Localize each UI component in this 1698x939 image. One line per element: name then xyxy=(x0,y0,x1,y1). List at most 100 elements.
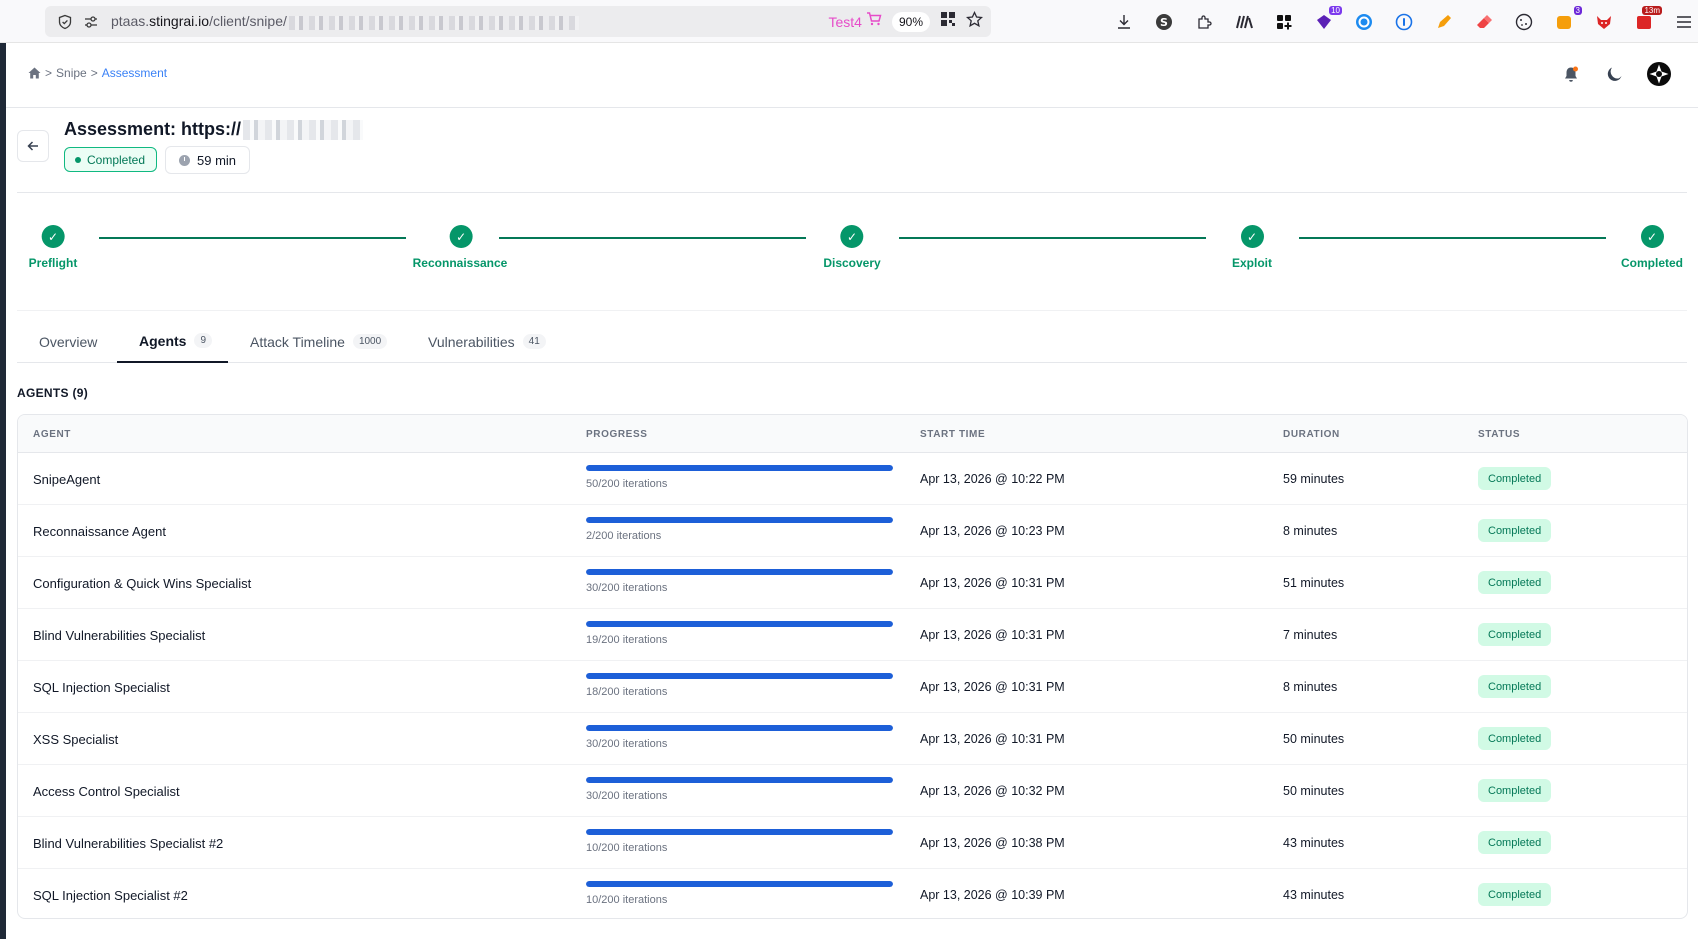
start-time: Apr 13, 2026 @ 10:22 PM xyxy=(920,472,1065,486)
breadcrumb: > Snipe > Assessment xyxy=(28,66,167,80)
container-profile-label[interactable]: Test4 xyxy=(829,14,862,30)
user-avatar[interactable] xyxy=(1646,61,1672,87)
tab-overview[interactable]: Overview xyxy=(17,320,119,363)
extension-s-icon[interactable]: S xyxy=(1150,8,1178,36)
duration: 7 minutes xyxy=(1283,628,1338,642)
home-icon[interactable] xyxy=(28,67,41,79)
tab-vulnerabilities[interactable]: Vulnerabilities 41 xyxy=(406,320,568,363)
shield-icon[interactable] xyxy=(55,12,75,32)
step-exploit: ✓ Exploit xyxy=(1232,225,1272,270)
breadcrumb-current[interactable]: Assessment xyxy=(102,66,167,80)
check-icon: ✓ xyxy=(449,225,473,248)
extension-purple-icon[interactable]: 10 xyxy=(1310,6,1342,36)
notification-bell-icon[interactable] xyxy=(1558,61,1584,87)
agent-name: XSS Specialist xyxy=(33,732,119,747)
table-row[interactable]: XSS Specialist 30/200 iterations Apr 13, 2… xyxy=(18,713,1687,765)
agent-name: Access Control Specialist xyxy=(33,784,180,799)
url-text: ptaas.stingrai.io/client/snipe/ xyxy=(111,13,579,30)
progress-bar-fill xyxy=(586,829,893,835)
check-icon: ✓ xyxy=(1240,225,1264,248)
progress-bar-fill xyxy=(586,465,893,471)
library-icon[interactable] xyxy=(1230,8,1258,36)
progress-cell: 30/200 iterations xyxy=(586,725,893,750)
column-header-progress: PROGRESS xyxy=(586,429,648,440)
step-connector xyxy=(1299,237,1606,239)
column-header-start-time: START TIME xyxy=(920,429,986,440)
iterations-text: 19/200 iterations xyxy=(586,634,668,646)
url-redacted xyxy=(288,15,579,30)
iterations-text: 18/200 iterations xyxy=(586,686,668,698)
step-connector xyxy=(99,237,406,239)
fox-icon[interactable] xyxy=(1590,8,1618,36)
back-button[interactable] xyxy=(17,130,49,162)
start-time: Apr 13, 2026 @ 10:38 PM xyxy=(920,836,1065,850)
duration: 51 minutes xyxy=(1283,576,1345,590)
table-row[interactable]: SnipeAgent 50/200 iterations Apr 13, 2026 … xyxy=(18,453,1687,505)
table-row[interactable]: Configuration & Quick Wins Specialist 30/… xyxy=(18,557,1687,609)
puzzle-icon[interactable] xyxy=(1190,8,1218,36)
progress-cell: 2/200 iterations xyxy=(586,517,893,542)
browser-toolbar: ptaas.stingrai.io/client/snipe/ Test4 90… xyxy=(0,0,1698,43)
page-permissions-icon[interactable] xyxy=(81,12,101,32)
start-time: Apr 13, 2026 @ 10:39 PM xyxy=(920,888,1065,902)
extension-c-icon[interactable] xyxy=(1350,8,1378,36)
eraser-icon[interactable] xyxy=(1470,8,1498,36)
start-time: Apr 13, 2026 @ 10:32 PM xyxy=(920,784,1065,798)
progress-bar xyxy=(586,881,893,887)
iterations-text: 30/200 iterations xyxy=(586,790,668,802)
cookie-icon[interactable] xyxy=(1510,8,1538,36)
status-badge: Completed xyxy=(1478,883,1552,906)
table-row[interactable]: Access Control Specialist 30/200 iteratio… xyxy=(18,765,1687,817)
dark-mode-moon-icon[interactable] xyxy=(1602,61,1628,87)
progress-stepper: ✓ Preflight ✓ Reconnaissance ✓ Discovery… xyxy=(0,225,1698,285)
extension-orange-icon[interactable]: 3 xyxy=(1550,6,1582,36)
address-bar[interactable]: ptaas.stingrai.io/client/snipe/ Test4 90… xyxy=(45,6,991,37)
progress-bar-fill xyxy=(586,673,893,679)
table-row[interactable]: Blind Vulnerabilities Specialist 19/200 i… xyxy=(18,609,1687,661)
page-title: Assessment: https:// xyxy=(64,119,364,140)
extension-red-badge: 13m xyxy=(1642,6,1662,15)
status-dot-icon xyxy=(75,156,81,163)
target-url-redacted xyxy=(243,119,364,140)
assessment-title: Assessment: https:// xyxy=(64,119,242,139)
assessment-status-badge: Completed xyxy=(64,147,158,172)
tab-label: Agents xyxy=(139,332,187,349)
cart-icon[interactable] xyxy=(866,12,882,31)
extension-orange-badge: 3 xyxy=(1573,6,1582,15)
extension-purple-badge: 10 xyxy=(1329,6,1342,15)
zoom-level-button[interactable]: 90% xyxy=(891,11,930,32)
password-manager-icon[interactable] xyxy=(1390,8,1418,36)
qr-code-icon[interactable] xyxy=(940,11,956,32)
step-completed: ✓ Completed xyxy=(1621,225,1683,270)
sidebar-collapsed xyxy=(0,43,6,939)
table-row[interactable]: Blind Vulnerabilities Specialist #2 10/20… xyxy=(18,817,1687,869)
grid-apps-icon[interactable] xyxy=(1270,8,1298,36)
check-icon: ✓ xyxy=(1640,225,1664,248)
step-reconnaissance: ✓ Reconnaissance xyxy=(413,225,507,270)
table-header: AGENT PROGRESS START TIME DURATION STATU… xyxy=(18,415,1687,453)
step-preflight: ✓ Preflight xyxy=(28,225,78,270)
tab-count-badge: 41 xyxy=(522,334,546,349)
duration: 50 minutes xyxy=(1283,784,1345,798)
tab-label: Overview xyxy=(39,333,98,350)
bookmark-star-icon[interactable] xyxy=(965,10,984,33)
step-label: Preflight xyxy=(28,256,78,270)
iterations-text: 2/200 iterations xyxy=(586,530,662,542)
divider xyxy=(17,310,1687,311)
agent-name: Configuration & Quick Wins Specialist xyxy=(33,576,252,591)
page-header: > Snipe > Assessment xyxy=(6,43,1698,108)
url-bar-actions: Test4 90% xyxy=(829,6,984,37)
table-row[interactable]: Reconnaissance Agent 2/200 iterations Apr … xyxy=(18,505,1687,557)
progress-cell: 10/200 iterations xyxy=(586,829,893,854)
tab-attack-timeline[interactable]: Attack Timeline 1000 xyxy=(228,320,409,363)
breadcrumb-item-snipe[interactable]: Snipe xyxy=(56,66,87,80)
extension-pen-icon[interactable] xyxy=(1430,8,1458,36)
extension-red-icon[interactable]: 13m xyxy=(1630,6,1662,36)
table-row[interactable]: SQL Injection Specialist 18/200 iteration… xyxy=(18,661,1687,713)
menu-icon[interactable] xyxy=(1670,8,1698,36)
agent-name: SnipeAgent xyxy=(33,472,101,487)
table-row[interactable]: SQL Injection Specialist #2 10/200 iterat… xyxy=(18,869,1687,918)
breadcrumb-separator: > xyxy=(45,66,53,80)
tab-agents[interactable]: Agents 9 xyxy=(117,320,228,363)
download-icon[interactable] xyxy=(1110,8,1138,36)
